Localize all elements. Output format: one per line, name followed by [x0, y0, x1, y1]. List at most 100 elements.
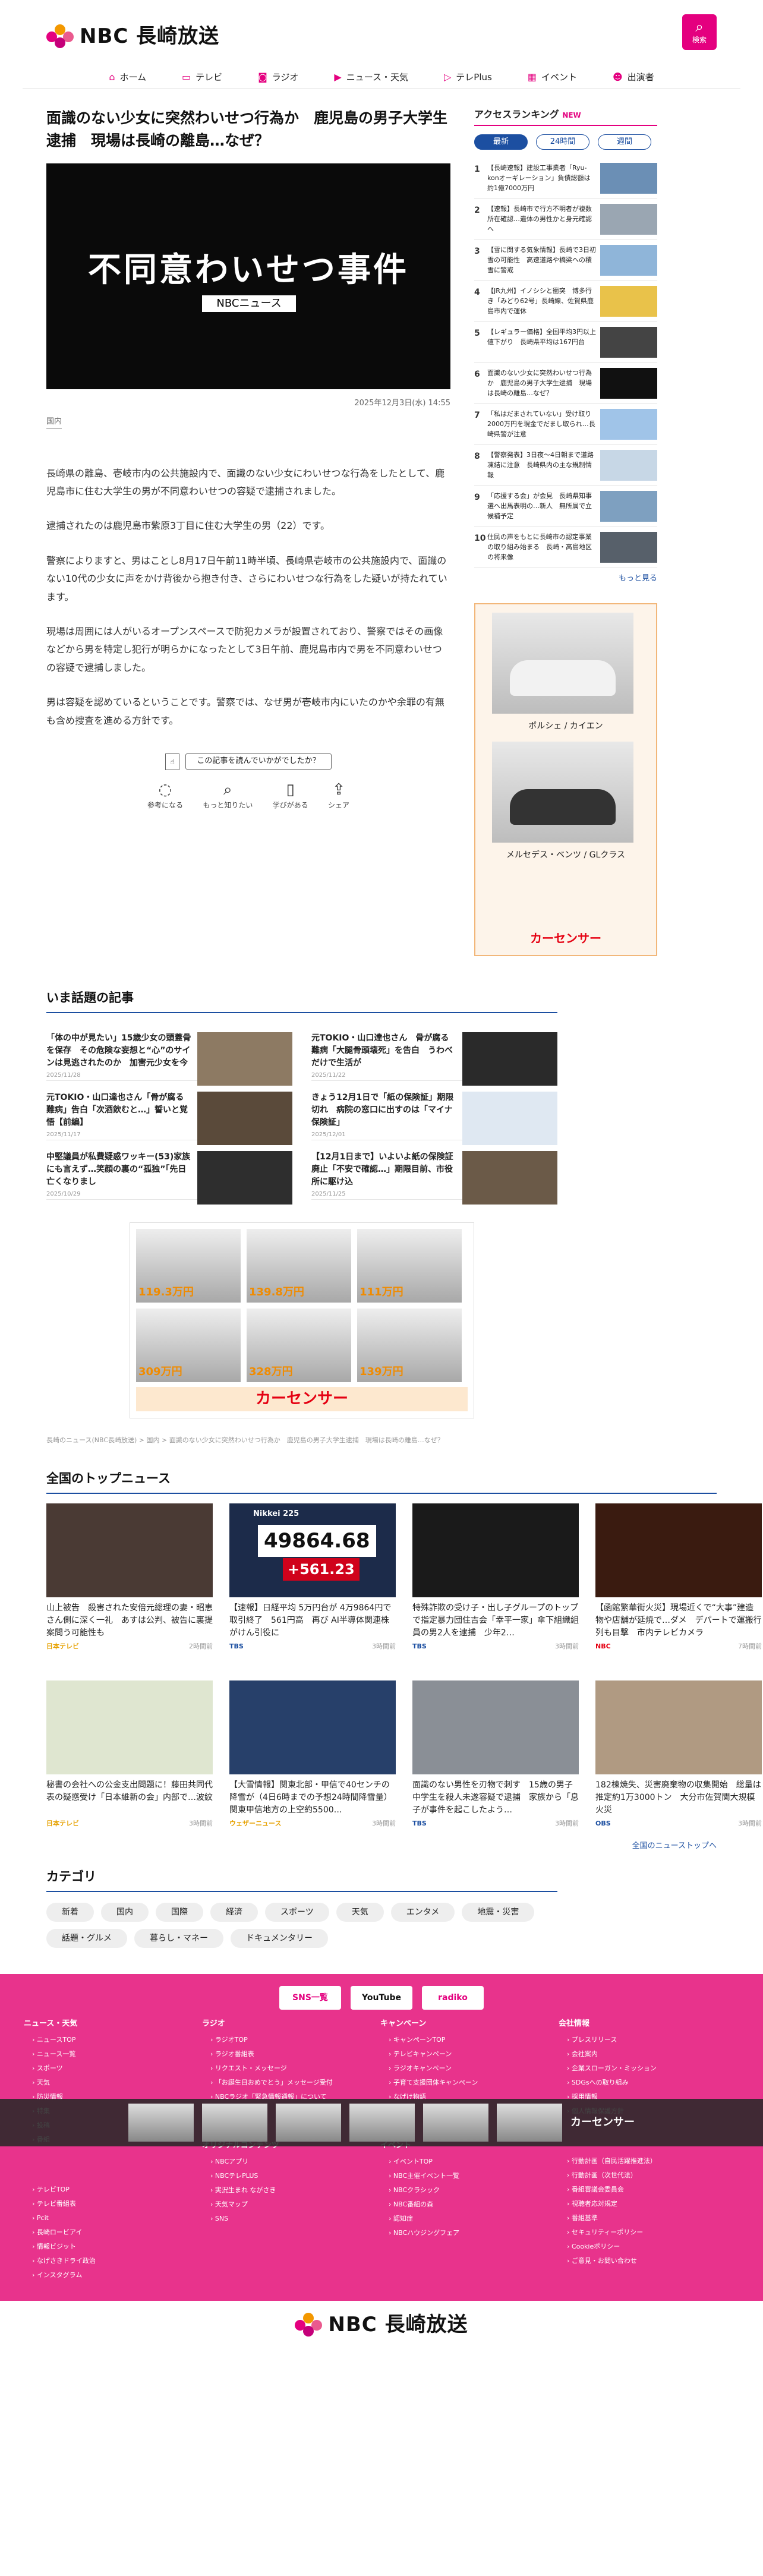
footer-link[interactable]: Pcit [24, 2211, 202, 2225]
search-button[interactable]: ⌕ 検索 [682, 14, 717, 50]
popular-item[interactable]: 中堅議員が私費疑惑ワッキー(53)家族にも言えず…笑顔の裏の“孤独”「先日亡くな… [46, 1140, 292, 1205]
footer-link[interactable]: 視聴者応対規定 [559, 2197, 737, 2211]
footer-link[interactable]: 長崎ロービアイ [24, 2225, 202, 2240]
ranking-tab[interactable]: 最新 [474, 134, 528, 150]
nav-item-0[interactable]: ⌂ ホーム [91, 65, 164, 89]
ranking-item[interactable]: 8 【警察発表】3日夜～4日朝まで道路凍結に注意 長崎県内の主な規制情報 [474, 445, 657, 487]
banner-ad[interactable]: 119.3万円 139.8万円 111万円 309万円 328万円 139万円 カーセンサ… [130, 1222, 474, 1418]
ranking-item[interactable]: 9 「応援する会」が会見 長崎県知事選へ出馬表明の…新人 無所属で立候補予定 [474, 486, 657, 528]
popular-item[interactable]: 「体の中が見たい」15歳少女の頭蓋骨を保存 その危険な妄想と“心”のサインは見逃… [46, 1021, 292, 1086]
ranking-item[interactable]: 3 【雪に関する気象情報】長崎で3日初雪の可能性 高速道路や橋梁への積雪に警戒 [474, 240, 657, 282]
footer-link[interactable]: 天気 [24, 2076, 202, 2090]
footer-link[interactable]: イベントTOP [380, 2155, 559, 2169]
ranking-tab[interactable]: 24時間 [536, 134, 589, 150]
nav-item-4[interactable]: ▷ テレPlus [426, 65, 510, 89]
category-chip[interactable]: 国内 [101, 1902, 149, 1922]
footer-link[interactable]: NBCアプリ [202, 2155, 380, 2169]
feedback-button[interactable]: ⇪ シェア [328, 780, 349, 811]
footer-link[interactable]: 子育て支援団体キャンペーン [380, 2076, 559, 2090]
nav-item-2[interactable]: ◙ ラジオ [240, 65, 316, 89]
footer-link[interactable]: テレビTOP [24, 2183, 202, 2197]
footer-link[interactable]: 実況生まれ ながさき [202, 2183, 380, 2197]
category-chip[interactable]: 新着 [46, 1902, 94, 1922]
footer-link[interactable]: ニュースTOP [24, 2033, 202, 2047]
ranking-item[interactable]: 7 「私はだまされていない」受け取り2000万円を現金でだまし取られ…長崎県警が注… [474, 404, 657, 446]
site-logo[interactable]: NBC 長崎放送 [46, 20, 219, 52]
footer-heading[interactable]: キャンペーン [380, 2018, 559, 2030]
topnews-item[interactable]: Nikkei 225 49864.68 +561.23 【速報】日経平均 5万円台が … [229, 1503, 396, 1664]
footer-link[interactable]: なげさきドライ政治 [24, 2254, 202, 2268]
footer-logo[interactable]: NBC 長崎放送 [0, 2301, 763, 2348]
nav-item-6[interactable]: ☻ 出演者 [595, 65, 672, 89]
footer-link[interactable]: スポーツ [24, 2061, 202, 2076]
ranking-item[interactable]: 5 【レギュラー価格】全国平均3円以上値下がり 長崎県平均は167円台 [474, 322, 657, 364]
ranking-item[interactable]: 6 面識のない少女に突然わいせつ行為か 鹿児島の男子大学生逮捕 現場は長崎の離島…… [474, 363, 657, 405]
category-chip[interactable]: 国際 [156, 1902, 203, 1922]
topnews-item[interactable]: 面識のない男性を刃物で刺す 15歳の男子中学生を殺人未遂容疑で逮捕 家族から「息… [412, 1680, 579, 1841]
footer-heading[interactable]: 会社情報 [559, 2018, 737, 2030]
ad-car-tile[interactable]: 139.8万円 [247, 1228, 351, 1303]
nav-item-5[interactable]: ▦ イベント [510, 65, 595, 89]
topnews-item[interactable]: 【函館繁華街火災】現場近くで“大事”建造物や店舗が延焼で…ダメ デパートで運搬行… [595, 1503, 762, 1664]
footer-link[interactable]: ニュース一覧 [24, 2047, 202, 2061]
popular-item[interactable]: きょう12月1日で「紙の保険証」期限切れ 病院の窓口に出すのは「マイナ保険証」 2… [311, 1081, 557, 1145]
category-chip[interactable]: 話題・グルメ [46, 1928, 127, 1948]
ranking-item[interactable]: 1 【長崎速報】建設工事業者「Ryu-konオーギレーション」負債総額は約1億70… [474, 158, 657, 200]
footer-link[interactable]: セキュリティーポリシー [559, 2225, 737, 2240]
footer-link[interactable]: SNS [202, 2212, 380, 2226]
ranking-more-link[interactable]: もっと見る [474, 573, 657, 585]
ad-car-tile[interactable]: 139万円 [357, 1308, 462, 1382]
footer-heading[interactable]: ラジオ [202, 2018, 380, 2030]
topnews-item[interactable]: 秘書の会社への公金支出問題に！藤田共同代表の疑惑受け「日本維新の会」内部で…波紋… [46, 1680, 213, 1841]
popular-item[interactable]: 元TOKIO・山口達也さん 骨が腐る難病「大腿骨頭壊死」を告白 うわべだけで生活… [311, 1021, 557, 1086]
sidebar-ad[interactable]: ポルシェ / カイエン メルセデス・ベンツ / GLクラス カーセンサー [474, 603, 657, 957]
footer-link[interactable]: 「お誕生日おめでとう」メッセージ受付 [202, 2076, 380, 2090]
footer-link[interactable]: 企業スローガン・ミッション [559, 2061, 737, 2076]
topnews-item[interactable]: 182棟焼失、災害廃棄物の収集開始 総量は推定約1万3000トン 大分市佐賀関大… [595, 1680, 762, 1841]
footer-link[interactable]: ご意見・お問い合わせ [559, 2254, 737, 2268]
category-chip[interactable]: 天気 [336, 1902, 384, 1922]
sns-link-0[interactable]: SNS一覧 [279, 1986, 341, 2010]
footer-link[interactable]: 行動計画（次世代法） [559, 2168, 737, 2183]
footer-link[interactable]: 天気マップ [202, 2197, 380, 2212]
footer-link[interactable]: NBC番組の森 [380, 2197, 559, 2212]
footer-link[interactable]: 行動計画（自民活躍推進法） [559, 2154, 737, 2168]
category-chip[interactable]: 経済 [210, 1902, 258, 1922]
topnews-item[interactable]: 【大雪情報】関東北部・甲信で40センチの降雪が（4日6時までの予想24時間降雪量… [229, 1680, 396, 1841]
footer-link[interactable]: NBCハウジングフェア [380, 2226, 559, 2240]
footer-link[interactable]: キャンペーンTOP [380, 2033, 559, 2047]
nav-item-1[interactable]: ▭ テレビ [164, 65, 240, 89]
footer-link[interactable]: ラジオ番組表 [202, 2047, 380, 2061]
category-chip[interactable]: 地震・災害 [462, 1902, 535, 1922]
footer-link[interactable]: 会社案内 [559, 2047, 737, 2061]
ad-car-tile[interactable]: 119.3万円 [136, 1228, 241, 1303]
sns-link-1[interactable]: YouTube [351, 1986, 412, 2010]
ranking-tab[interactable]: 週間 [598, 134, 651, 150]
category-chip[interactable]: ドキュメンタリー [231, 1928, 328, 1948]
footer-link[interactable]: 番組審議会委員会 [559, 2183, 737, 2197]
feedback-button[interactable]: ⌕ もっと知りたい [203, 780, 253, 811]
ad-car-tile[interactable]: 309万円 [136, 1308, 241, 1382]
feedback-button[interactable]: ▯ 学びがある [273, 780, 308, 811]
footer-link[interactable]: 認知症 [380, 2212, 559, 2226]
footer-link[interactable]: リクエスト・メッセージ [202, 2061, 380, 2076]
popular-item[interactable]: 【12月1日まで】いよいよ紙の保険証廃止「不安で確認…」期限目前、市役所に駆け込… [311, 1140, 557, 1205]
article-category[interactable]: 国内 [46, 416, 62, 429]
footer-link[interactable]: プレスリリース [559, 2033, 737, 2047]
footer-heading[interactable]: ニュース・天気 [24, 2018, 202, 2030]
footer-link[interactable]: 情報ビジット [24, 2240, 202, 2254]
category-chip[interactable]: エンタメ [390, 1902, 455, 1922]
footer-link[interactable]: ラジオキャンペーン [380, 2061, 559, 2076]
topnews-item[interactable]: 特殊詐欺の受け子・出し子グループのトップで指定暴力団住吉会「幸平一家」傘下組織組… [412, 1503, 579, 1664]
footer-link[interactable]: SDGsへの取り組み [559, 2076, 737, 2090]
footer-link[interactable]: NBCクラシック [380, 2183, 559, 2197]
nav-item-3[interactable]: ▶ ニュース・天気 [316, 65, 426, 89]
sns-link-2[interactable]: radiko [422, 1986, 484, 2010]
ranking-item[interactable]: 10 住民の声をもとに長崎市の認定事業の取り組み始まる 長崎・高島地区の将来像 [474, 527, 657, 569]
footer-link[interactable]: インスタグラム [24, 2268, 202, 2282]
footer-link[interactable]: テレビ番組表 [24, 2197, 202, 2211]
category-chip[interactable]: 暮らし・マネー [134, 1928, 223, 1948]
footer-link[interactable]: NBC主催イベント一覧 [380, 2169, 559, 2183]
footer-link[interactable]: NBCテレPLUS [202, 2169, 380, 2183]
footer-link[interactable]: 番組基準 [559, 2211, 737, 2225]
